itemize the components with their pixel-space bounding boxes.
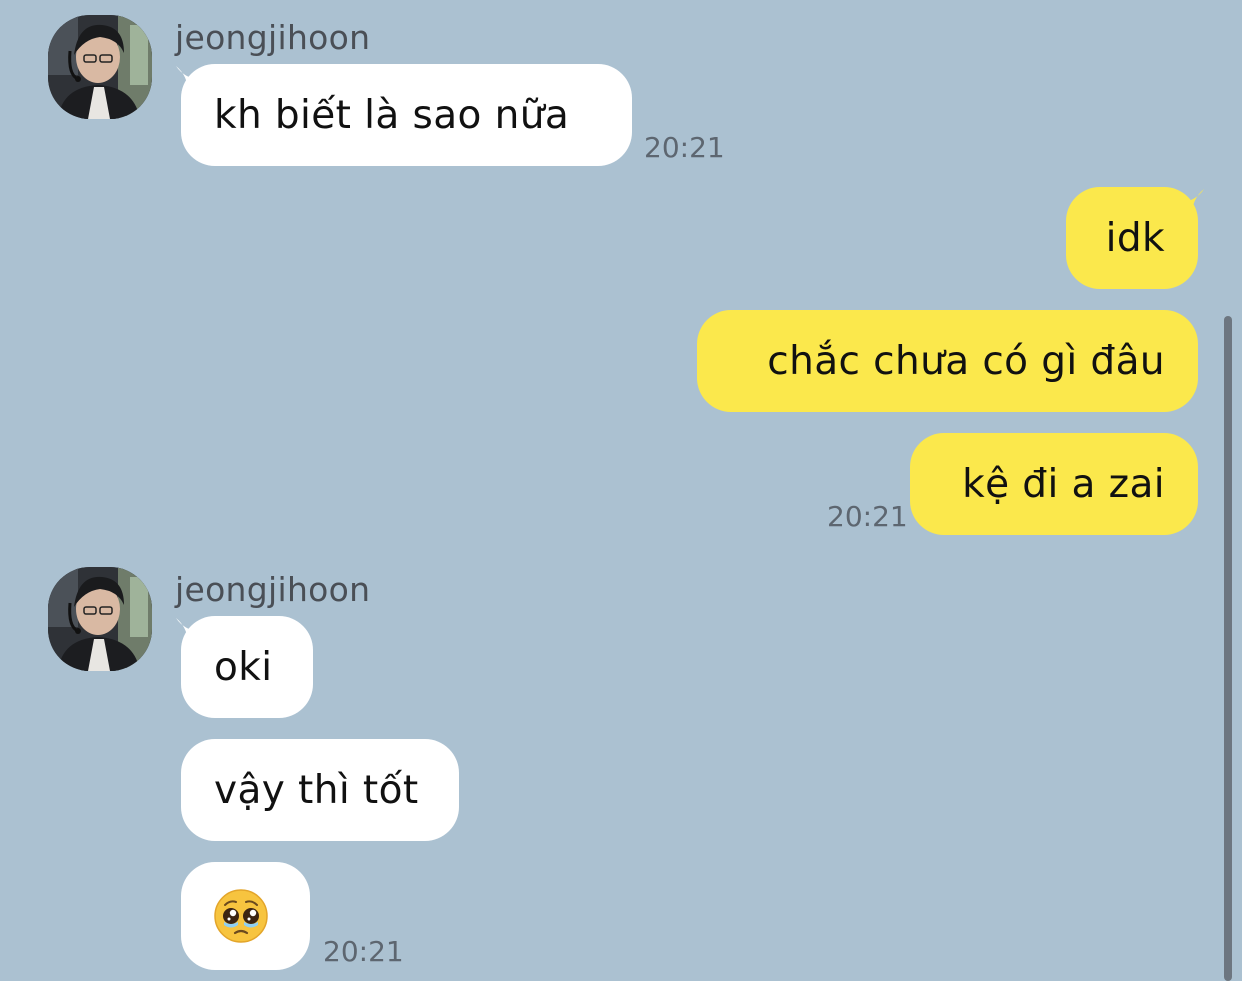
scrollbar[interactable] (1224, 316, 1232, 981)
message-bubble[interactable]: kh biết là sao nữa (181, 64, 632, 166)
sender-name: jeongjihoon (175, 570, 371, 609)
user-avatar-photo-icon (48, 567, 152, 671)
sender-avatar[interactable] (48, 15, 152, 119)
message-timestamp: 20:21 (827, 500, 908, 533)
message-timestamp: 20:21 (644, 131, 725, 164)
message-timestamp: 20:21 (323, 935, 404, 968)
message-text: idk (1105, 215, 1165, 261)
pleading-face-emoji-icon (214, 889, 268, 943)
message-bubble[interactable]: oki (181, 616, 313, 718)
message-text: kệ đi a zai (962, 461, 1165, 507)
message-text: vậy thì tốt (214, 767, 419, 813)
chat-area[interactable]: jeongjihoon kh biết là sao nữa 20:21 idk… (0, 0, 1242, 981)
message-bubble[interactable]: kệ đi a zai (910, 433, 1198, 535)
sender-name: jeongjihoon (175, 18, 371, 57)
message-bubble[interactable]: chắc chưa có gì đâu (697, 310, 1198, 412)
user-avatar-photo-icon (48, 15, 152, 119)
message-text: kh biết là sao nữa (214, 92, 570, 138)
message-text: chắc chưa có gì đâu (767, 338, 1165, 384)
message-text: oki (214, 644, 273, 690)
emoji-message-bubble[interactable] (181, 862, 310, 970)
sender-avatar[interactable] (48, 567, 152, 671)
message-bubble[interactable]: idk (1066, 187, 1198, 289)
message-bubble[interactable]: vậy thì tốt (181, 739, 459, 841)
